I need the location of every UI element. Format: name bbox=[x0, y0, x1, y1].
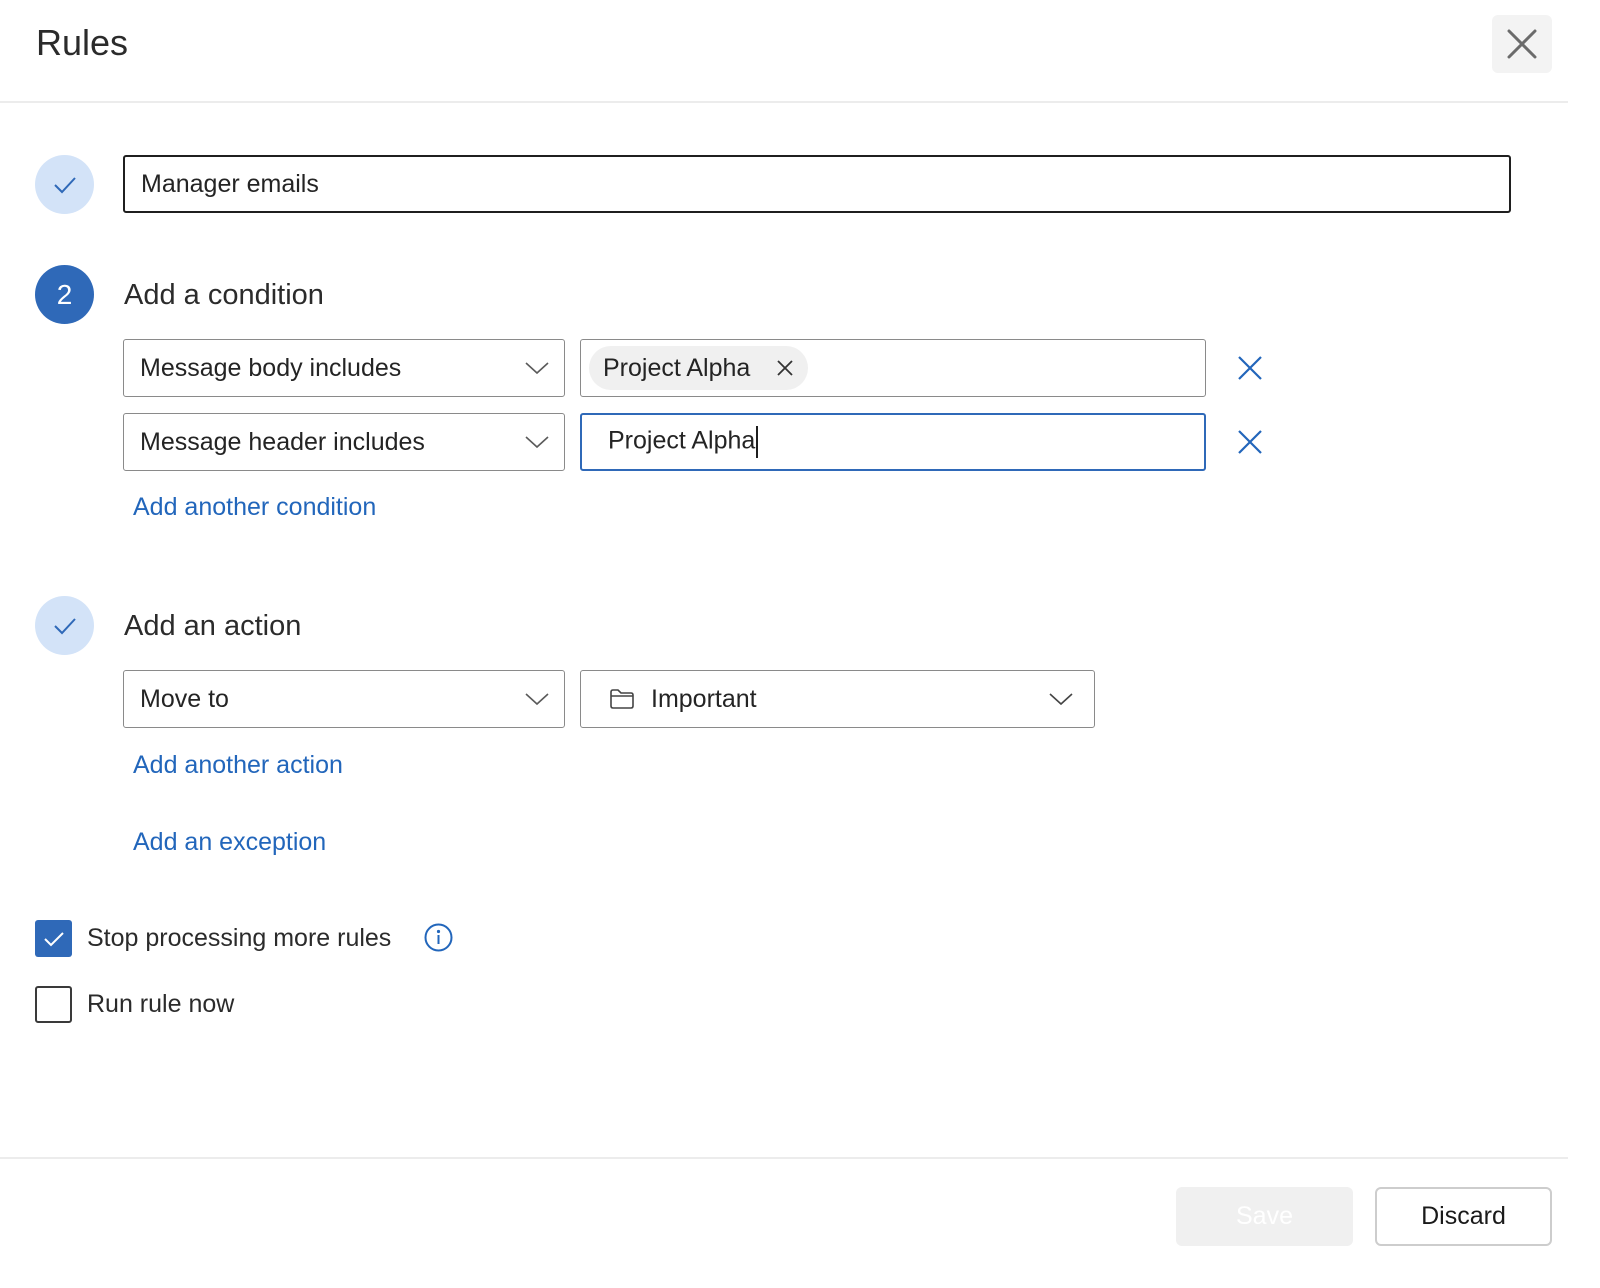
dialog-title: Rules bbox=[36, 22, 129, 63]
checkmark-icon bbox=[53, 176, 76, 193]
condition-value-input-1[interactable]: Project Alpha bbox=[580, 339, 1206, 397]
step-number: 2 bbox=[56, 278, 73, 310]
info-icon[interactable] bbox=[424, 923, 453, 952]
header-divider bbox=[0, 101, 1568, 103]
condition-type-dropdown-1[interactable]: Message body includes bbox=[123, 339, 565, 397]
run-rule-now-checkbox[interactable] bbox=[35, 986, 72, 1023]
condition-value-input-2[interactable]: Project Alpha bbox=[580, 413, 1206, 471]
condition-input-text: Project Alpha bbox=[608, 426, 756, 455]
rule-name-value: Manager emails bbox=[141, 169, 319, 198]
stop-processing-checkbox[interactable] bbox=[35, 920, 72, 957]
add-another-action-link[interactable]: Add another action bbox=[133, 751, 343, 780]
save-button[interactable]: Save bbox=[1176, 1187, 1353, 1246]
close-icon bbox=[1507, 29, 1537, 59]
action-section-title: Add an action bbox=[124, 610, 302, 642]
action-type-dropdown[interactable]: Move to bbox=[123, 670, 565, 728]
step-3-indicator bbox=[35, 596, 94, 655]
chevron-down-icon bbox=[525, 436, 549, 449]
folder-icon bbox=[610, 689, 634, 709]
add-another-condition-link[interactable]: Add another condition bbox=[133, 493, 376, 522]
chevron-down-icon bbox=[525, 362, 549, 375]
close-dialog-button[interactable] bbox=[1492, 15, 1552, 73]
folder-dropdown[interactable]: Important bbox=[580, 670, 1095, 728]
chip-label: Project Alpha bbox=[603, 353, 751, 382]
keyword-chip: Project Alpha bbox=[589, 346, 809, 390]
close-icon[interactable] bbox=[776, 359, 794, 377]
add-exception-link[interactable]: Add an exception bbox=[133, 828, 326, 857]
chevron-down-icon bbox=[525, 693, 549, 706]
run-rule-now-label: Run rule now bbox=[87, 990, 235, 1018]
step-2-indicator: 2 bbox=[35, 265, 94, 324]
folder-value: Important bbox=[651, 684, 757, 713]
remove-condition-1-icon[interactable] bbox=[1237, 355, 1263, 381]
condition-type-value: Message body includes bbox=[140, 353, 402, 382]
discard-button[interactable]: Discard bbox=[1375, 1187, 1552, 1246]
step-1-indicator bbox=[35, 155, 94, 214]
action-type-value: Move to bbox=[140, 684, 229, 713]
chevron-down-icon bbox=[1049, 693, 1073, 706]
stop-processing-label: Stop processing more rules bbox=[87, 924, 392, 952]
footer-divider bbox=[0, 1157, 1568, 1159]
text-cursor bbox=[756, 426, 759, 458]
remove-condition-2-icon[interactable] bbox=[1237, 429, 1263, 455]
condition-type-value: Message header includes bbox=[140, 427, 425, 456]
condition-section-title: Add a condition bbox=[124, 279, 324, 311]
checkmark-icon bbox=[53, 617, 76, 634]
rule-name-input[interactable]: Manager emails bbox=[123, 155, 1511, 213]
checkmark-icon bbox=[43, 931, 64, 946]
condition-type-dropdown-2[interactable]: Message header includes bbox=[123, 413, 565, 471]
